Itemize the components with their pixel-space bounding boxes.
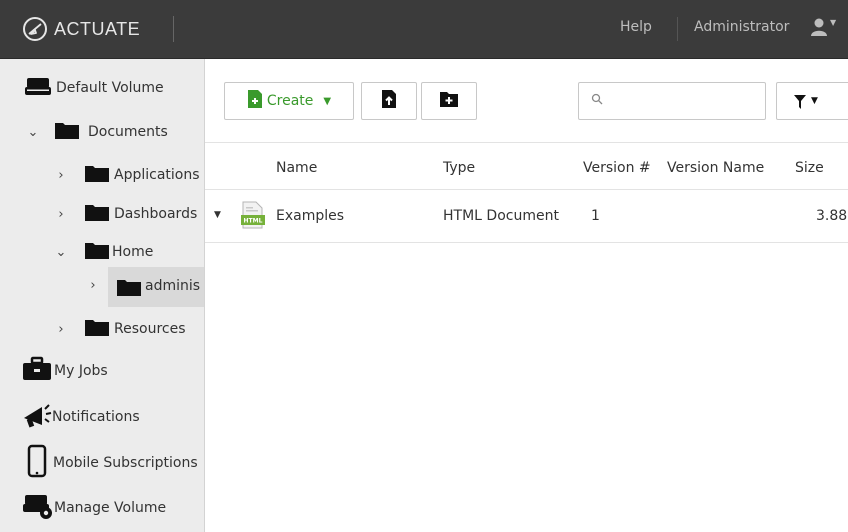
create-button[interactable]: Create ▼ (224, 82, 354, 120)
folder-icon (84, 202, 110, 226)
brand-logo[interactable]: ACTUATE (22, 16, 140, 42)
search-input[interactable] (609, 91, 763, 113)
chevron-right-icon[interactable]: › (54, 207, 68, 222)
volume-icon (24, 75, 52, 101)
html-file-icon: HTML (240, 201, 266, 233)
folder-icon (84, 163, 110, 187)
megaphone-icon (22, 401, 52, 433)
brand-name: ACTUATE (54, 18, 141, 39)
chevron-right-icon[interactable]: › (54, 168, 68, 183)
sidebar-item-mobile-subscriptions[interactable]: Mobile Subscriptions (26, 444, 198, 482)
new-document-icon (247, 89, 263, 113)
divider (205, 189, 848, 190)
mobile-phone-icon (26, 444, 48, 482)
row-menu-caret-icon[interactable]: ▼ (214, 210, 221, 220)
user-icon[interactable] (810, 17, 828, 41)
chevron-down-icon[interactable]: ⌄ (54, 245, 68, 260)
row-size: 3.88 KB (816, 208, 848, 224)
row-type: HTML Document (443, 208, 559, 224)
user-menu-label[interactable]: Administrator (694, 19, 789, 35)
sidebar-item-my-jobs[interactable]: My Jobs (22, 356, 108, 386)
search-box[interactable] (578, 82, 766, 120)
create-label: Create (266, 93, 314, 109)
row-version: 1 (591, 208, 600, 224)
upload-button[interactable] (361, 82, 417, 120)
divider (205, 142, 848, 143)
column-header-size[interactable]: Size (795, 160, 824, 176)
sidebar-item-label: Manage Volume (54, 500, 167, 516)
sidebar-item-label: Default Volume (56, 80, 164, 96)
sidebar-item-documents[interactable]: ⌄ Documents (26, 120, 168, 144)
sidebar-item-label: Documents (88, 124, 168, 140)
chevron-right-icon[interactable]: › (86, 278, 100, 293)
chevron-down-icon[interactable]: ⌄ (26, 125, 40, 140)
new-folder-icon (439, 90, 459, 112)
folder-icon (84, 317, 110, 341)
sidebar-item-resources[interactable]: › Resources (54, 317, 186, 341)
chevron-down-icon: ▼ (323, 95, 332, 107)
search-icon (591, 93, 603, 109)
column-header-version[interactable]: Version # (583, 160, 651, 176)
sidebar-item-label: Home (112, 244, 154, 260)
sidebar-item-dashboards[interactable]: › Dashboards (54, 202, 197, 226)
new-folder-button[interactable] (421, 82, 477, 120)
sidebar-item-label: Resources (114, 321, 186, 337)
sidebar-item-administrator[interactable]: › adminis (90, 267, 204, 307)
column-header-name[interactable]: Name (276, 160, 317, 176)
manage-volume-icon (22, 491, 54, 525)
sidebar-item-label: adminis (145, 278, 201, 294)
folder-icon (116, 277, 142, 301)
header-divider (677, 17, 678, 41)
sidebar: Default Volume ⌄ Documents › Application… (0, 59, 205, 532)
actuate-logo-icon (22, 16, 48, 42)
briefcase-icon (22, 356, 52, 386)
sidebar-item-label: Mobile Subscriptions (53, 455, 198, 471)
sidebar-item-applications[interactable]: › Applications (54, 163, 200, 187)
chevron-right-icon[interactable]: › (54, 322, 68, 337)
column-header-version-name[interactable]: Version Name (667, 160, 764, 176)
folder-icon (54, 120, 80, 144)
sidebar-item-label: My Jobs (54, 363, 108, 379)
chevron-down-icon[interactable]: ▼ (830, 18, 836, 27)
sidebar-item-manage-volume[interactable]: Manage Volume (22, 491, 166, 525)
column-header-type[interactable]: Type (443, 160, 475, 176)
logo-divider (173, 16, 174, 42)
sidebar-item-notifications[interactable]: Notifications (22, 401, 140, 433)
help-link[interactable]: Help (620, 19, 652, 35)
sidebar-item-home[interactable]: ⌄ Home (54, 240, 153, 264)
top-bar: ACTUATE Help Administrator ▼ (0, 0, 848, 59)
row-name[interactable]: Examples (276, 208, 344, 224)
folder-icon (84, 240, 110, 264)
chevron-down-icon: ▼ (811, 96, 818, 106)
upload-icon (381, 89, 397, 113)
sidebar-item-label: Dashboards (114, 206, 198, 222)
filter-button[interactable]: ▼ (776, 82, 848, 120)
sidebar-item-default-volume[interactable]: Default Volume (24, 75, 164, 101)
svg-text:HTML: HTML (244, 218, 263, 225)
sidebar-item-label: Notifications (52, 409, 140, 425)
filter-icon (794, 95, 806, 113)
sidebar-item-label: Applications (114, 167, 200, 183)
divider (205, 242, 848, 243)
